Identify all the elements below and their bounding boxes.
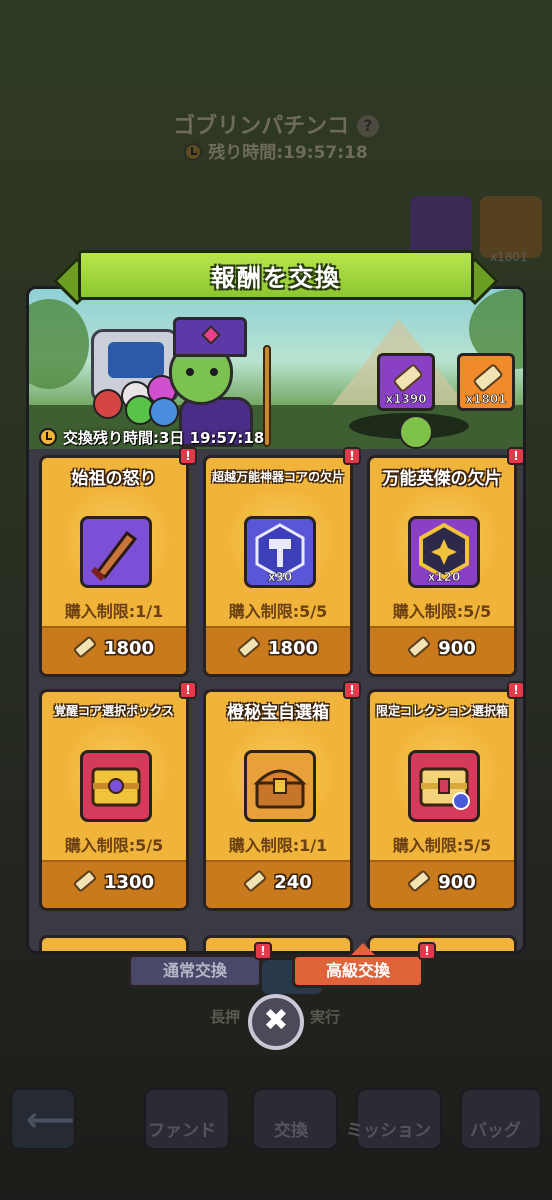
- event-timer-value: 19:57:18: [283, 143, 368, 163]
- tab-normal-exchange[interactable]: 通常交換: [128, 954, 262, 988]
- price-button[interactable]: 240: [206, 860, 350, 908]
- alert-badge: !: [507, 447, 523, 465]
- item-name: 橙秘宝自選箱: [227, 703, 329, 723]
- bg-hint-right: 実行: [310, 1008, 341, 1026]
- clock-icon: [184, 143, 203, 161]
- price-button[interactable]: 1300: [42, 860, 186, 908]
- nav-bag-label: バッグ: [470, 1121, 521, 1141]
- item-price: 1300: [103, 872, 155, 893]
- scroll-icon: [242, 869, 268, 893]
- exchange-timer-text: 交換残り時間:3日 19:57:18: [63, 429, 265, 447]
- event-timer-label: 残り時間: [208, 143, 277, 163]
- alert-badge: !: [343, 447, 361, 465]
- nav-fund-label: ファンド: [148, 1121, 216, 1141]
- currency-amount: x1390: [385, 392, 427, 407]
- price-button[interactable]: 900: [370, 860, 514, 908]
- item-quantity: x30: [267, 570, 293, 585]
- event-title: ゴブリンパチンコ ?: [0, 108, 552, 140]
- price-button[interactable]: 900: [370, 626, 514, 674]
- price-button[interactable]: 1800: [42, 626, 186, 674]
- bg-scroll-tile-orange: [480, 196, 542, 258]
- item-card[interactable]: 橙秘宝自選箱 購入制限:1/1 240: [203, 689, 353, 911]
- scroll-icon: [72, 869, 98, 893]
- alert-badge: !: [179, 447, 197, 465]
- item-name: 覚醒コア選択ボックス: [54, 704, 174, 718]
- alert-badge: !: [179, 681, 197, 699]
- item-price: 900: [438, 872, 476, 893]
- alert-badge: !: [418, 942, 436, 960]
- item-card[interactable]: 万能英傑の欠片 x120 購入制限:5/5 900: [367, 455, 517, 677]
- item-card[interactable]: 超越万能神器コアの欠片 x30 購入制限:5/5 1800: [203, 455, 353, 677]
- scroll-icon: [406, 635, 432, 659]
- purchase-limit: 購入制限:5/5: [228, 602, 328, 621]
- hammer-core-icon: x30: [244, 516, 316, 588]
- alert-badge: !: [254, 942, 272, 960]
- item-name: 始祖の怒り: [71, 469, 157, 489]
- back-arrow-icon: ⟵: [26, 1100, 75, 1140]
- alert-badge: !: [343, 681, 361, 699]
- ball-icon: [149, 397, 179, 427]
- currency-amount: x1801: [465, 392, 507, 407]
- purchase-limit: 購入制限:1/1: [64, 602, 164, 621]
- alert-badge: !: [507, 681, 523, 699]
- scroll-icon: [472, 362, 504, 394]
- tab-premium-label: 高級交換: [325, 961, 390, 980]
- weapon-icon: [80, 516, 152, 588]
- item-price: 900: [438, 638, 476, 659]
- purchase-limit: 購入制限:1/1: [228, 836, 328, 855]
- scroll-icon: [72, 635, 98, 659]
- currency-scroll-orange: x1801: [457, 353, 515, 411]
- item-card-partial[interactable]: [39, 935, 189, 951]
- close-icon: ✖: [263, 1003, 289, 1038]
- collection-chest-icon: [408, 750, 480, 822]
- tab-premium-exchange[interactable]: 高級交換: [292, 943, 424, 988]
- scroll-icon: [392, 362, 424, 394]
- treasure-chest-icon: [244, 750, 316, 822]
- purchase-limit: 購入制限:5/5: [392, 602, 492, 621]
- hero-shard-icon: x120: [408, 516, 480, 588]
- item-card[interactable]: 限定コレクション選択箱 購入制限:5/5 900: [367, 689, 517, 911]
- modal-title-ribbon: 報酬を交換: [52, 250, 500, 306]
- item-card-partial[interactable]: [203, 935, 353, 951]
- item-price: 1800: [267, 638, 319, 659]
- modal-title: 報酬を交換: [211, 264, 341, 292]
- item-name: 限定コレクション選択箱: [375, 704, 508, 718]
- item-card[interactable]: 覚醒コア選択ボックス 購入制限:5/5 1300: [39, 689, 189, 911]
- exchange-timer: 交換残り時間:3日 19:57:18: [39, 427, 264, 448]
- item-name: 超越万能神器コアの欠片: [211, 470, 344, 484]
- ball-icon: [399, 415, 433, 449]
- item-name: 万能英傑の欠片: [382, 469, 502, 489]
- nav-mission-label: ミッション: [346, 1121, 431, 1141]
- scroll-icon: [406, 869, 432, 893]
- goblin-hat-icon: [173, 317, 247, 357]
- banner-tree: [29, 299, 89, 389]
- exchange-modal: x1390 x1801 交換残り時間:3日 19:57:18 始祖の怒り 購入制…: [26, 286, 526, 954]
- purchase-limit: 購入制限:5/5: [392, 836, 492, 855]
- purchase-limit: 購入制限:5/5: [64, 836, 164, 855]
- item-card[interactable]: 始祖の怒り 購入制限:1/1 1800: [39, 455, 189, 677]
- help-icon: ?: [356, 115, 379, 137]
- nav-exchange-label: 交換: [274, 1121, 308, 1141]
- bg-currency-count: x1801: [490, 250, 528, 264]
- event-timer: 残り時間:19:57:18: [0, 138, 552, 163]
- item-price: 1800: [103, 638, 155, 659]
- event-banner: x1390 x1801 交換残り時間:3日 19:57:18: [29, 289, 523, 449]
- price-button[interactable]: 1800: [206, 626, 350, 674]
- event-title-text: ゴブリンパチンコ: [173, 114, 350, 139]
- core-chest-icon: [80, 750, 152, 822]
- ball-icon: [93, 389, 123, 419]
- close-button[interactable]: ✖: [248, 994, 304, 1050]
- item-quantity: x120: [427, 570, 461, 585]
- scroll-icon: [236, 635, 262, 659]
- item-price: 240: [274, 872, 312, 893]
- currency-scroll-purple: x1390: [377, 353, 435, 411]
- bg-hint-left: 長押: [210, 1008, 241, 1026]
- tab-pointer: [351, 943, 375, 955]
- item-card-partial[interactable]: [367, 935, 517, 951]
- clock-icon: [39, 428, 57, 446]
- bg-scroll-tile-purple: [410, 196, 472, 258]
